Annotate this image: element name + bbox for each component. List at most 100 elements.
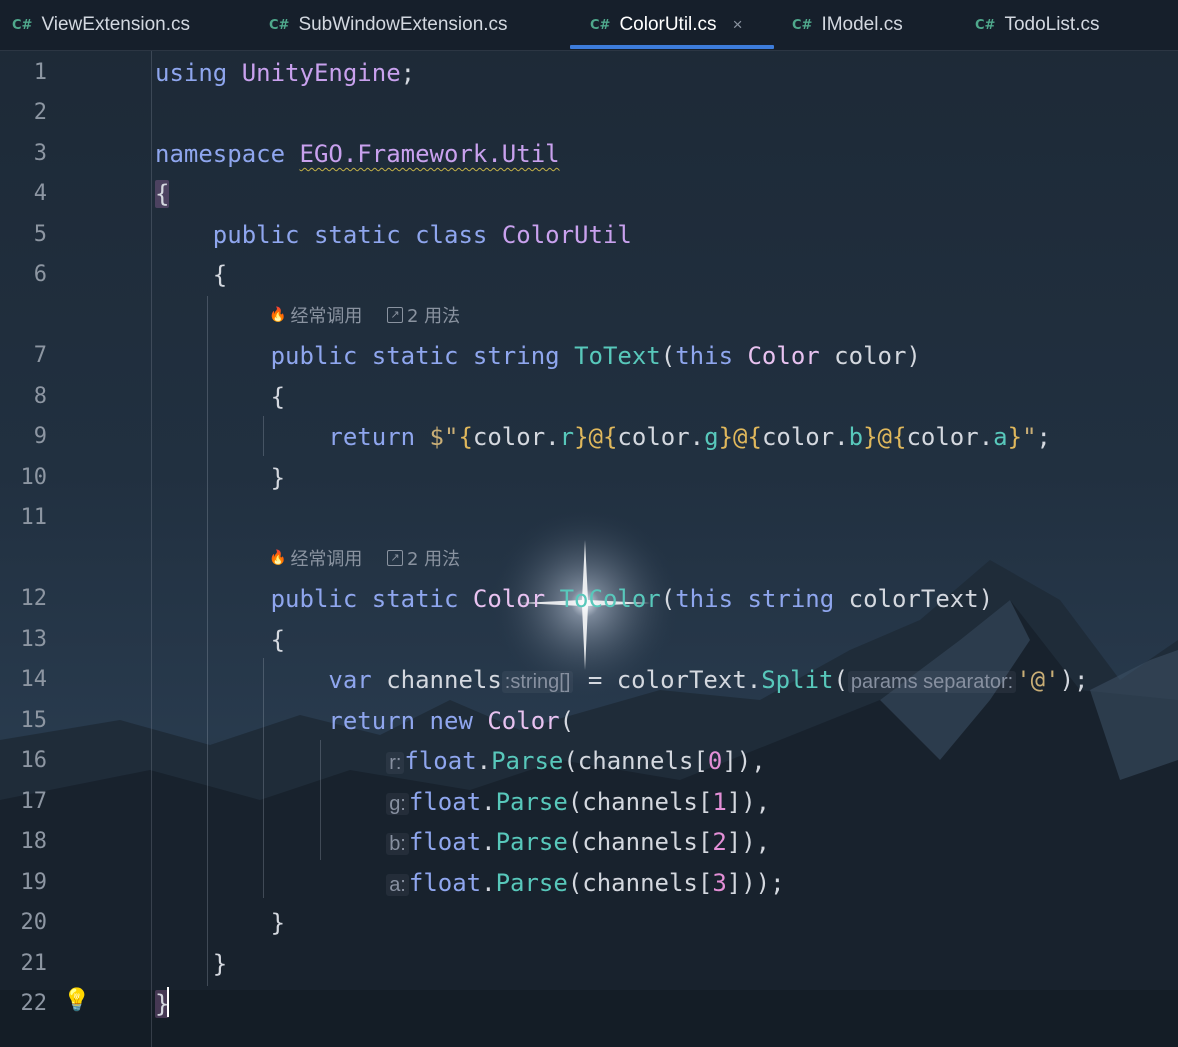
keyword: public xyxy=(270,585,358,613)
code-line: 3 namespace EGO.Framework.Util xyxy=(0,133,1178,173)
code-text: namespace EGO.Framework.Util xyxy=(155,139,560,169)
csharp-file-icon: C# xyxy=(975,17,996,33)
argument-end: ])); xyxy=(726,869,785,897)
code-text: { xyxy=(155,625,285,655)
usages-label: 2 用法 xyxy=(407,549,461,570)
line-number: 17 xyxy=(20,789,48,814)
type-inlay-hint: :string[] xyxy=(501,671,574,693)
code-text: return $"{color.r}@{color.g}@{color.b}@{… xyxy=(155,422,1051,452)
tab-label: TodoList.cs xyxy=(1004,14,1100,35)
frequent-calls-hint[interactable]: 🔥 经常调用 xyxy=(269,302,362,328)
tab-colorutil[interactable]: C# ColorUtil.cs × xyxy=(590,0,743,50)
tab-viewextension[interactable]: C# ViewExtension.cs xyxy=(12,0,190,50)
code-line: 16 r: float.Parse(channels[0]), xyxy=(0,740,1178,780)
argument: (channels[ xyxy=(567,869,713,897)
tab-label: ColorUtil.cs xyxy=(619,14,717,35)
interpolation-marker: $ xyxy=(429,423,444,451)
line-number: 21 xyxy=(20,951,48,976)
separator: @ xyxy=(588,423,603,451)
code-text: public static string ToText(this Color c… xyxy=(155,341,921,371)
variable: color. xyxy=(472,423,560,451)
paren: ) xyxy=(906,342,921,370)
line-number: 9 xyxy=(33,424,47,449)
param-name: color xyxy=(834,342,907,370)
code-line: 20 } xyxy=(0,902,1178,942)
line-number: 16 xyxy=(20,748,48,773)
csharp-file-icon: C# xyxy=(269,17,290,33)
tab-label: SubWindowExtension.cs xyxy=(298,14,508,35)
code-line: 10 } xyxy=(0,457,1178,497)
param-inlay-hint: a: xyxy=(386,874,409,896)
index-literal: 3 xyxy=(712,869,727,897)
code-editor[interactable]: 1 using UnityEngine; 2 3 namespace EGO.F… xyxy=(0,50,1178,1047)
char-literal: '@' xyxy=(1016,666,1060,694)
brace: } xyxy=(270,909,286,937)
frequent-calls-hint[interactable]: 🔥 经常调用 xyxy=(269,545,362,571)
code-line: 17 g: float.Parse(channels[1]), xyxy=(0,781,1178,821)
field: b xyxy=(848,423,864,451)
keyword: using xyxy=(155,59,228,87)
code-line: 4 { xyxy=(0,173,1178,213)
tab-imodel[interactable]: C# IModel.cs xyxy=(792,0,903,50)
param-inlay-hint: r: xyxy=(386,752,405,774)
brace: { xyxy=(892,423,907,451)
code-line: 21 } xyxy=(0,943,1178,983)
usages-hint[interactable]: ↗ 2 用法 xyxy=(387,302,460,328)
method-name: ToText xyxy=(574,342,661,370)
argument-end: ]), xyxy=(726,788,771,816)
usages-arrow-icon: ↗ xyxy=(387,307,403,323)
tab-subwindowextension[interactable]: C# SubWindowExtension.cs xyxy=(269,0,508,50)
flame-icon: 🔥 xyxy=(269,550,287,566)
code-text: } xyxy=(155,463,285,493)
type-name: float xyxy=(408,828,482,856)
brace: { xyxy=(270,383,286,411)
code-line: 2 xyxy=(0,92,1178,132)
line-number: 8 xyxy=(33,384,47,409)
code-text: a: float.Parse(channels[3])); xyxy=(155,868,785,900)
brace: } xyxy=(270,464,286,492)
keyword: public xyxy=(212,221,300,249)
line-number: 13 xyxy=(20,627,48,652)
code-text: { xyxy=(155,382,285,412)
code-line: 6 { xyxy=(0,254,1178,294)
quote: " xyxy=(1022,423,1037,451)
line-number: 7 xyxy=(33,343,47,368)
editor-tab-bar: C# ViewExtension.cs C# SubWindowExtensio… xyxy=(0,0,1178,51)
argument: (channels[ xyxy=(567,828,713,856)
keyword: class xyxy=(415,221,488,249)
code-line: 13 { xyxy=(0,619,1178,659)
brace: { xyxy=(270,626,286,654)
line-number: 18 xyxy=(20,829,48,854)
paren: ( xyxy=(660,342,676,370)
param-inlay-hint: g: xyxy=(386,793,409,815)
line-number: 20 xyxy=(20,910,48,935)
close-icon[interactable]: × xyxy=(733,15,743,35)
keyword: new xyxy=(429,707,473,735)
brace: { xyxy=(212,261,228,289)
tab-todolist[interactable]: C# TodoList.cs xyxy=(975,0,1099,50)
method-call: Parse xyxy=(495,788,568,816)
keyword: static xyxy=(313,221,401,249)
csharp-file-icon: C# xyxy=(12,17,33,33)
code-text: b: float.Parse(channels[2]), xyxy=(155,827,770,859)
field: a xyxy=(993,423,1008,451)
line-number: 19 xyxy=(20,870,48,895)
text-caret xyxy=(167,987,169,1017)
lightbulb-icon[interactable]: 💡 xyxy=(63,988,90,1013)
line-number: 6 xyxy=(33,262,47,287)
dot: . xyxy=(476,747,492,775)
semicolon: ; xyxy=(400,59,416,87)
code-line: 19 a: float.Parse(channels[3])); xyxy=(0,862,1178,902)
keyword: namespace xyxy=(155,140,286,168)
keyword: return xyxy=(328,423,416,451)
code-text: g: float.Parse(channels[1]), xyxy=(155,787,770,819)
code-text: { xyxy=(155,179,170,209)
usages-hint[interactable]: ↗ 2 用法 xyxy=(387,545,460,571)
code-line: 15 return new Color( xyxy=(0,700,1178,740)
line-number: 1 xyxy=(33,60,47,85)
code-vision-row: 🔥 经常调用 ↗ 2 用法 xyxy=(0,538,1178,578)
type-name: float xyxy=(404,747,477,775)
dot: . xyxy=(481,869,496,897)
method-call: Parse xyxy=(491,747,564,775)
namespace-name[interactable]: EGO.Framework.Util xyxy=(300,140,560,168)
